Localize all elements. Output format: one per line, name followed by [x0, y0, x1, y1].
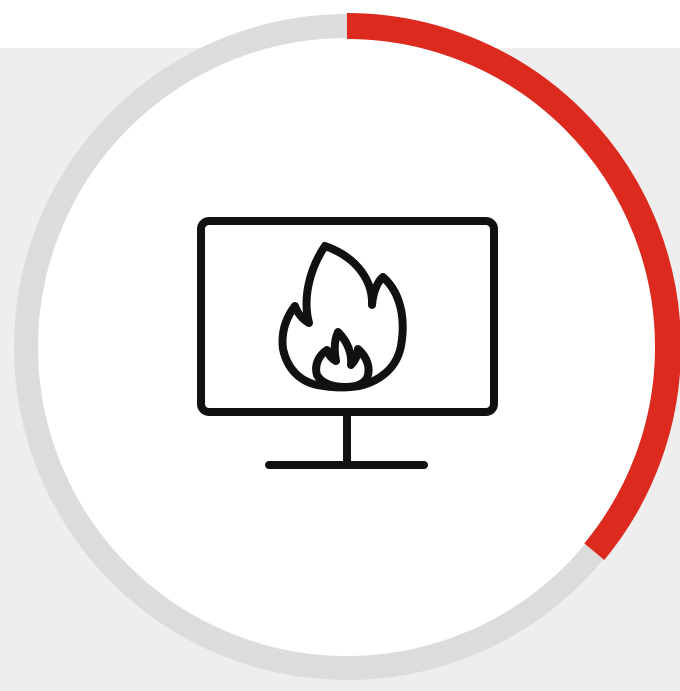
progress-widget — [0, 0, 680, 691]
flame-inner — [312, 328, 373, 391]
monitor-with-flame-icon — [195, 215, 500, 477]
flame-outer — [278, 242, 407, 392]
